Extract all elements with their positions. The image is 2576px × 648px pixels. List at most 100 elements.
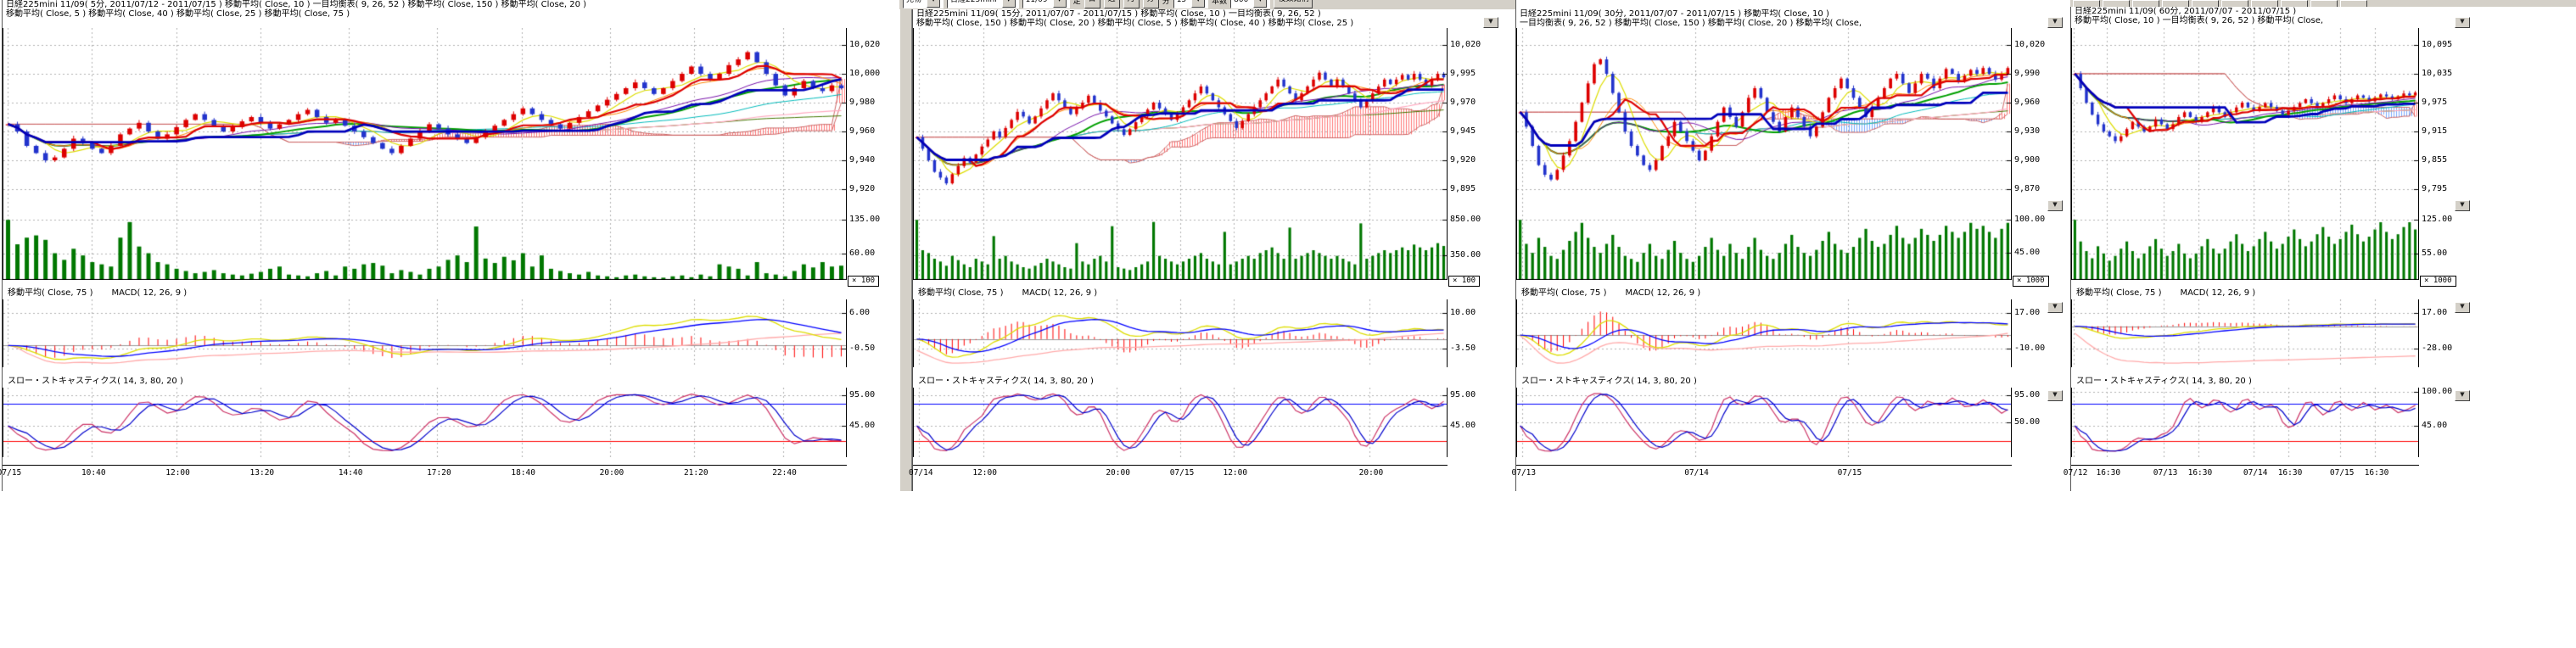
toolbar-button-fragment[interactable] (2251, 0, 2278, 7)
contract-month-combo[interactable]: 11/09 ▼ (1022, 0, 1070, 8)
volume-chart-canvas[interactable] (1516, 198, 2012, 280)
macd-pane-label: 移動平均( Close, 75 )MACD( 12, 26, 9 ) (918, 288, 1116, 298)
trading-app-screen: 先物 ▼ 日経225mini ▼ 11/09 ▼ 足 日 週 月 分 分 15 … (0, 0, 2576, 648)
instrument-type-combo[interactable]: 先物 ▼ (903, 0, 944, 8)
panel-scrollbar-separator[interactable] (899, 0, 912, 491)
pane-collapse-arrow-button[interactable]: ▼ (2455, 302, 2470, 313)
chevron-down-icon[interactable]: ▼ (1002, 0, 1016, 8)
period-minute-button[interactable]: 分 (1143, 0, 1159, 8)
axis-tick-label: -28.00 (2422, 344, 2452, 353)
stochastics-chart-canvas[interactable] (2071, 388, 2419, 457)
macd-chart-canvas[interactable] (3, 299, 847, 367)
chart-panel-15min: 日経225mini 11/09( 15分, 2011/07/07 - 2011/… (912, 0, 1497, 491)
pane-collapse-arrow-button[interactable]: ▼ (2047, 200, 2063, 211)
toolbar-button-fragment[interactable] (2103, 0, 2130, 7)
chevron-down-icon[interactable]: ▼ (1053, 0, 1067, 8)
pane-collapse-arrow-button[interactable]: ▼ (2047, 17, 2063, 28)
time-axis-line (2071, 465, 2419, 466)
price-chart-canvas[interactable] (913, 28, 1448, 198)
time-tick-label: 20:00 (597, 468, 626, 478)
chart-title: 日経225mini 11/09( 60分, 2011/07/07 - 2011/… (2075, 7, 2466, 16)
time-tick-label: 16:30 (2094, 468, 2123, 478)
price-chart-canvas[interactable] (2071, 28, 2419, 198)
pane-collapse-arrow-button[interactable]: ▼ (2455, 390, 2470, 401)
macd-chart-canvas[interactable] (2071, 299, 2419, 367)
multi-symbol-button[interactable]: 複数銘柄 (1274, 0, 1313, 8)
period-week-button[interactable]: 週 (1104, 0, 1120, 8)
time-tick-label: 07/15 (1835, 468, 1864, 478)
axis-tick-label: 9,980 (849, 98, 875, 107)
time-tick-label: 20:00 (1104, 468, 1133, 478)
macd-chart-canvas[interactable] (1516, 299, 2012, 367)
bar-count-combo[interactable]: 800 ▼ (1230, 0, 1270, 8)
axis-tick-label: 350.00 (1450, 250, 1481, 260)
time-tick-label: 07/15 (2327, 468, 2356, 478)
volume-chart-canvas[interactable] (3, 198, 847, 280)
macd-chart-canvas[interactable] (913, 299, 1448, 367)
chart-panel-60min: 日経225mini 11/09( 60分, 2011/07/07 - 2011/… (2070, 0, 2466, 491)
stochastics-chart-canvas[interactable] (913, 388, 1448, 457)
stochastics-pane-label: スロー・ストキャスティクス( 14, 3, 80, 20 ) (8, 377, 183, 386)
chart-legend: 移動平均( Close, 150 ) 移動平均( Close, 20 ) 移動平… (916, 19, 1497, 28)
pane-collapse-arrow-button[interactable]: ▼ (2455, 200, 2470, 211)
axis-tick-label: 9,795 (2422, 184, 2447, 193)
ashi-label: 足 (1073, 0, 1081, 6)
volume-multiplier-badge: × 100 (1448, 276, 1480, 287)
chart-legend: 移動平均( Close, 5 ) 移動平均( Close, 40 ) 移動平均(… (6, 9, 900, 19)
toolbar-fragment-strip (2070, 0, 2576, 7)
price-chart-canvas[interactable] (3, 28, 847, 198)
pane-collapse-arrow-button[interactable]: ▼ (2455, 17, 2470, 28)
ma75-label: 移動平均( Close, 75 ) (2076, 288, 2161, 298)
time-tick-label: 07/14 (1683, 468, 1711, 478)
axis-tick-label: 60.00 (849, 249, 875, 258)
toolbar-button-fragment[interactable] (2162, 0, 2189, 7)
axis-tick-label: 10,035 (2422, 69, 2452, 78)
chart-header: 日経225mini 11/09( 15分, 2011/07/07 - 2011/… (916, 9, 1497, 28)
minute-value-combo[interactable]: 15 ▼ (1173, 0, 1208, 8)
pane-collapse-arrow-button[interactable]: ▼ (1483, 17, 1498, 28)
chart-title: 日経225mini 11/09( 5分, 2011/07/12 - 2011/0… (6, 0, 900, 9)
toolbar-button-fragment[interactable] (2221, 0, 2248, 7)
stochastics-chart-canvas[interactable] (3, 388, 847, 457)
toolbar-button-fragment[interactable] (2073, 0, 2100, 7)
chevron-down-icon[interactable]: ▼ (1253, 0, 1267, 8)
axis-tick-label: 9,945 (1450, 126, 1476, 136)
toolbar-button-fragment[interactable] (2132, 0, 2159, 7)
chart-header: 日経225mini 11/09( 30分, 2011/07/07 - 2011/… (1520, 9, 2064, 28)
axis-tick-label: 17.00 (2014, 308, 2040, 317)
stochastics-chart-canvas[interactable] (1516, 388, 2012, 457)
axis-tick-label: 6.00 (849, 308, 870, 317)
axis-tick-label: 95.00 (1450, 390, 1476, 399)
price-chart-canvas[interactable] (1516, 28, 2012, 198)
axis-tick-label: 9,940 (849, 155, 875, 165)
axis-tick-label: 9,960 (2014, 98, 2040, 107)
macd-label: MACD( 12, 26, 9 ) (1022, 288, 1097, 298)
ma75-label: 移動平均( Close, 75 ) (8, 288, 92, 298)
axis-tick-label: 9,900 (2014, 155, 2040, 165)
volume-chart-canvas[interactable] (913, 198, 1448, 280)
chevron-down-icon[interactable]: ▼ (927, 0, 940, 8)
volume-chart-canvas[interactable] (2071, 198, 2419, 280)
axis-tick-label: 9,895 (1450, 184, 1476, 193)
pane-collapse-arrow-button[interactable]: ▼ (2047, 390, 2063, 401)
axis-tick-label: 10,020 (2014, 40, 2045, 49)
chart-toolbar: 先物 ▼ 日経225mini ▼ 11/09 ▼ 足 日 週 月 分 分 15 … (899, 0, 1515, 9)
period-month-button[interactable]: 月 (1123, 0, 1140, 8)
axis-tick-label: 10,000 (849, 69, 880, 78)
time-tick-label: 07/14 (906, 468, 935, 478)
axis-tick-label: 850.00 (1450, 215, 1481, 224)
instrument-combo[interactable]: 日経225mini ▼ (947, 0, 1019, 8)
pane-collapse-arrow-button[interactable]: ▼ (2047, 302, 2063, 313)
axis-tick-label: 9,990 (2014, 69, 2040, 78)
time-axis-line (1516, 465, 2012, 466)
chevron-down-icon[interactable]: ▼ (1191, 0, 1205, 8)
ma75-label: 移動平均( Close, 75 ) (1521, 288, 1606, 298)
period-day-button[interactable]: 日 (1084, 0, 1100, 8)
toolbar-button-fragment[interactable] (2310, 0, 2338, 7)
volume-multiplier-badge: × 1000 (2420, 276, 2456, 287)
axis-tick-label: 45.00 (2014, 248, 2040, 257)
time-tick-label: 12:00 (971, 468, 1000, 478)
toolbar-button-fragment[interactable] (2281, 0, 2308, 7)
toolbar-button-fragment[interactable] (2192, 0, 2219, 7)
toolbar-button-fragment[interactable] (2340, 0, 2367, 7)
